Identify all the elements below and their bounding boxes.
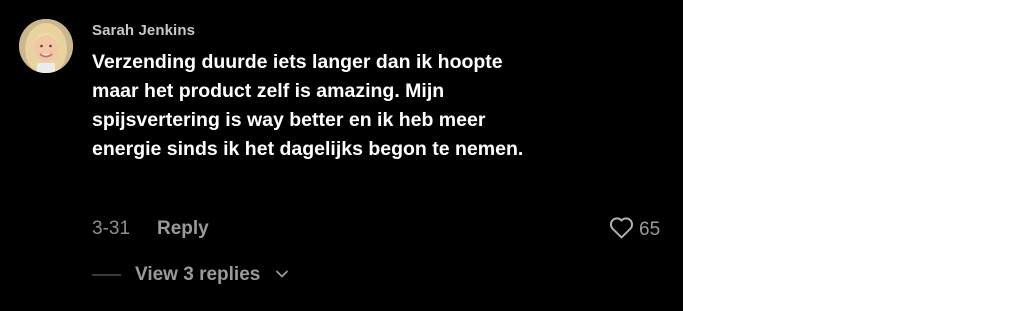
like-button[interactable]: 65: [609, 216, 660, 244]
reply-button[interactable]: Reply: [157, 218, 209, 240]
view-replies-toggle[interactable]: View 3 replies: [92, 264, 289, 286]
heart-outline-icon: [609, 216, 634, 244]
comment-date: 3-31: [92, 218, 131, 239]
comment-text: Verzending duurde iets langer dan ik hoo…: [92, 51, 524, 160]
avatar-image: [19, 19, 73, 73]
view-replies-label: View 3 replies: [135, 264, 261, 285]
comment-username[interactable]: Sarah Jenkins: [92, 22, 195, 39]
comment-card: Sarah Jenkins Verzending duurde iets lan…: [0, 0, 683, 311]
chevron-down-icon: [275, 266, 289, 284]
like-count: 65: [639, 219, 661, 240]
replies-divider: [92, 274, 121, 276]
avatar[interactable]: [19, 19, 73, 73]
